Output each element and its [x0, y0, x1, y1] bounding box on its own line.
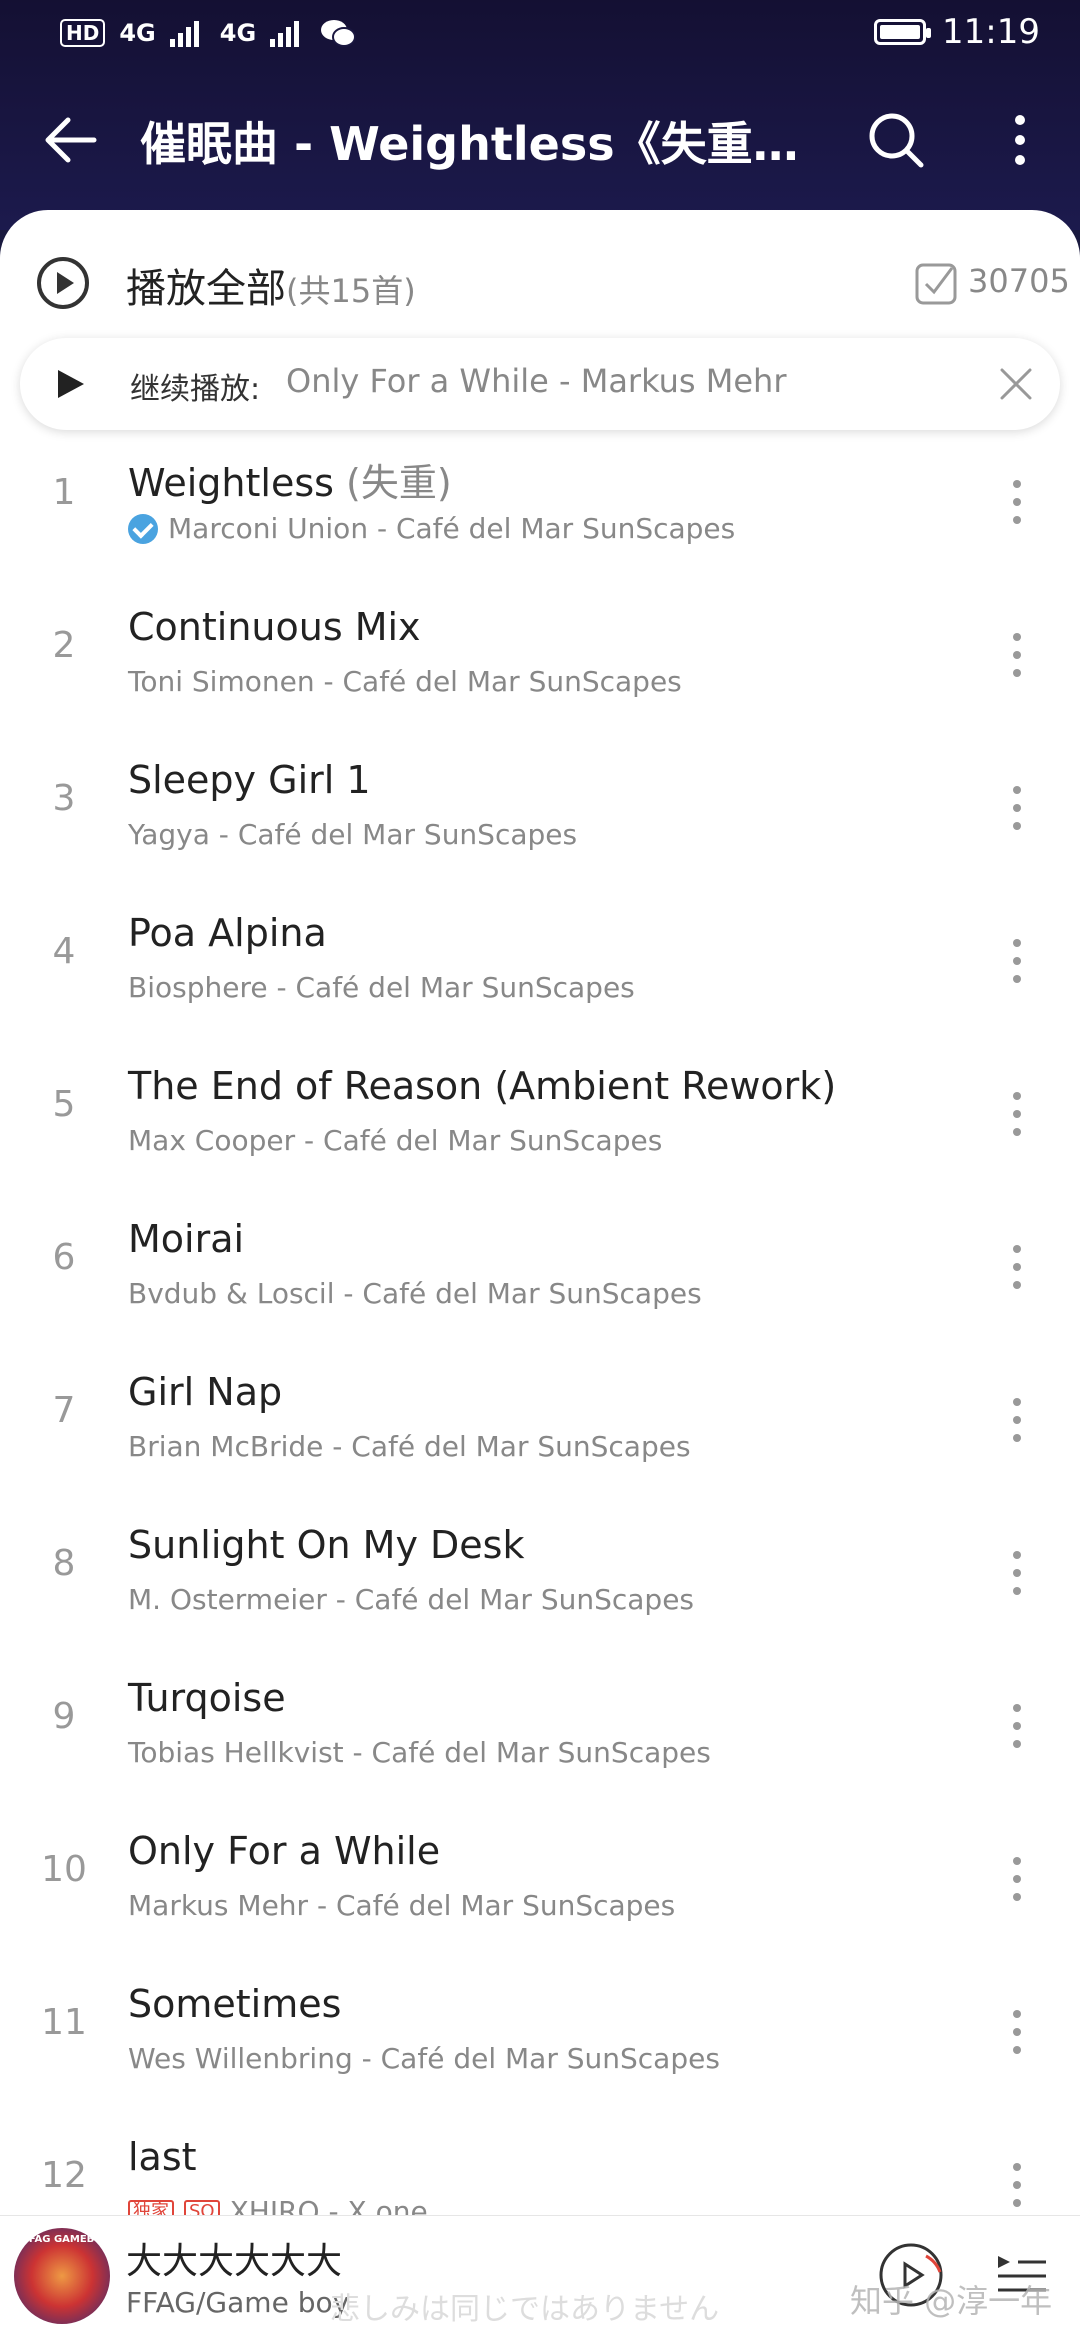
- song-subtitle: Marconi Union - Café del Mar SunScapes: [168, 512, 736, 545]
- song-title: last: [128, 2135, 197, 2179]
- network-indicator-1: 4G: [119, 19, 156, 47]
- more-vertical-icon[interactable]: [1002, 472, 1032, 532]
- nav-bar: 催眠曲 - Weightless《失重》等...: [0, 90, 1080, 190]
- song-row[interactable]: 10 Only For a While Markus Mehr - Café d…: [0, 1809, 1080, 1962]
- song-row[interactable]: 11 Sometimes Wes Willenbring - Café del …: [0, 1962, 1080, 2115]
- close-icon[interactable]: [996, 364, 1036, 404]
- song-row[interactable]: 9 Turqoise Tobias Hellkvist - Café del M…: [0, 1656, 1080, 1809]
- song-list: 1 Weightless (失重) Marconi Union - Café d…: [0, 432, 1080, 2268]
- song-subtitle: Wes Willenbring - Café del Mar SunScapes: [128, 2042, 720, 2075]
- song-title: Only For a While: [128, 1829, 441, 1873]
- song-subtitle: Biosphere - Café del Mar SunScapes: [128, 971, 635, 1004]
- back-arrow-icon[interactable]: [40, 110, 100, 170]
- track-number: 12: [41, 2155, 87, 2196]
- play-icon[interactable]: [54, 368, 86, 400]
- track-number: 2: [52, 625, 76, 666]
- song-title: The End of Reason (Ambient Rework): [128, 1064, 837, 1108]
- more-vertical-icon[interactable]: [1002, 1543, 1032, 1603]
- now-playing-title: 大大大大大大: [126, 2241, 343, 2282]
- more-vertical-icon[interactable]: [1002, 931, 1032, 991]
- song-row[interactable]: 3 Sleepy Girl 1 Yagya - Café del Mar Sun…: [0, 738, 1080, 891]
- multi-select-icon[interactable]: [914, 260, 960, 306]
- verified-icon: [128, 513, 158, 544]
- mini-player[interactable]: FFAG GAMEBO 大大大大大大 FFAG/Game boy 悲しみは同じで…: [0, 2215, 1080, 2341]
- battery-icon: [874, 19, 932, 45]
- song-row[interactable]: 8 Sunlight On My Desk M. Ostermeier - Ca…: [0, 1503, 1080, 1656]
- track-number: 9: [52, 1696, 76, 1737]
- track-number: 4: [52, 931, 76, 972]
- search-icon[interactable]: [866, 110, 926, 170]
- playlist-sheet: 播放全部(共15首) 30705 继续播放: Only For a While …: [0, 210, 1080, 2340]
- resume-label: 继续播放:: [130, 372, 261, 407]
- play-all-label[interactable]: 播放全部(共15首): [126, 256, 416, 314]
- track-number: 5: [52, 1084, 76, 1125]
- more-vertical-icon[interactable]: [1002, 2002, 1032, 2062]
- song-row[interactable]: 4 Poa Alpina Biosphere - Café del Mar Su…: [0, 891, 1080, 1044]
- play-circle-icon[interactable]: [36, 256, 90, 310]
- play-all-text: 播放全部: [126, 266, 286, 312]
- track-number: 6: [52, 1237, 76, 1278]
- page-title: 催眠曲 - Weightless《失重》等...: [140, 117, 840, 171]
- more-vertical-icon[interactable]: [1002, 625, 1032, 685]
- track-number: 7: [52, 1390, 76, 1431]
- network-indicator-2: 4G: [219, 19, 257, 47]
- more-vertical-icon[interactable]: [1002, 1849, 1032, 1909]
- signal-icon: [169, 21, 199, 47]
- song-row[interactable]: 1 Weightless (失重) Marconi Union - Café d…: [0, 432, 1080, 585]
- song-title: Weightless: [128, 461, 334, 505]
- more-vertical-icon[interactable]: [1002, 1390, 1032, 1450]
- now-playing-artist: FFAG/Game boy: [126, 2286, 350, 2319]
- song-row[interactable]: 7 Girl Nap Brian McBride - Café del Mar …: [0, 1350, 1080, 1503]
- song-title: Turqoise: [128, 1676, 286, 1720]
- song-subtitle: Toni Simonen - Café del Mar SunScapes: [128, 665, 682, 698]
- clock: 11:19: [942, 12, 1040, 52]
- song-title: Continuous Mix: [128, 605, 421, 649]
- more-vertical-icon[interactable]: [1002, 778, 1032, 838]
- signal-icon: [270, 21, 300, 47]
- track-number: 3: [52, 778, 76, 819]
- track-count: (共15首): [286, 272, 416, 310]
- collect-count: 30705: [968, 262, 1070, 300]
- lyric-line: 悲しみは同じではありません: [330, 2292, 720, 2327]
- watermark: 知乎 @淳一年: [850, 2282, 1053, 2320]
- play-all-row[interactable]: 播放全部(共15首) 30705: [0, 240, 1080, 330]
- song-subtitle: Max Cooper - Café del Mar SunScapes: [128, 1124, 663, 1157]
- song-row[interactable]: 5 The End of Reason (Ambient Rework) Max…: [0, 1044, 1080, 1197]
- song-subtitle: M. Ostermeier - Café del Mar SunScapes: [128, 1583, 695, 1616]
- more-vertical-icon[interactable]: [1000, 110, 1040, 170]
- status-bar: HD 4G 4G 11:19: [0, 0, 1080, 70]
- song-row[interactable]: 2 Continuous Mix Toni Simonen - Café del…: [0, 585, 1080, 738]
- track-number: 10: [41, 1849, 87, 1890]
- hd-indicator: HD: [60, 19, 106, 47]
- song-title: Girl Nap: [128, 1370, 283, 1414]
- song-title: Poa Alpina: [128, 911, 327, 955]
- resume-track: Only For a While - Markus Mehr: [286, 362, 787, 400]
- song-row[interactable]: 6 Moirai Bvdub & Loscil - Café del Mar S…: [0, 1197, 1080, 1350]
- song-subtitle: Yagya - Café del Mar SunScapes: [128, 818, 578, 851]
- song-subtitle: Markus Mehr - Café del Mar SunScapes: [128, 1889, 676, 1922]
- song-subtitle: Brian McBride - Café del Mar SunScapes: [128, 1430, 691, 1463]
- more-vertical-icon[interactable]: [1002, 1696, 1032, 1756]
- song-title: Sunlight On My Desk: [128, 1523, 525, 1567]
- album-cover[interactable]: FFAG GAMEBO: [14, 2228, 110, 2324]
- more-vertical-icon[interactable]: [1002, 1237, 1032, 1297]
- more-vertical-icon[interactable]: [1002, 1084, 1032, 1144]
- more-vertical-icon[interactable]: [1002, 2155, 1032, 2215]
- track-number: 1: [52, 472, 76, 513]
- song-alt-title: (失重): [333, 461, 452, 505]
- song-subtitle: Tobias Hellkvist - Café del Mar SunScape…: [128, 1736, 711, 1769]
- song-subtitle: Bvdub & Loscil - Café del Mar SunScapes: [128, 1277, 702, 1310]
- resume-playback-bar[interactable]: 继续播放: Only For a While - Markus Mehr: [20, 338, 1060, 430]
- song-title: Sometimes: [128, 1982, 342, 2026]
- song-title: Moirai: [128, 1217, 245, 1261]
- wechat-icon: [321, 20, 357, 47]
- cover-text: FFAG GAMEBO: [22, 2234, 103, 2245]
- track-number: 8: [52, 1543, 76, 1584]
- song-title: Sleepy Girl 1: [128, 758, 371, 802]
- track-number: 11: [41, 2002, 87, 2043]
